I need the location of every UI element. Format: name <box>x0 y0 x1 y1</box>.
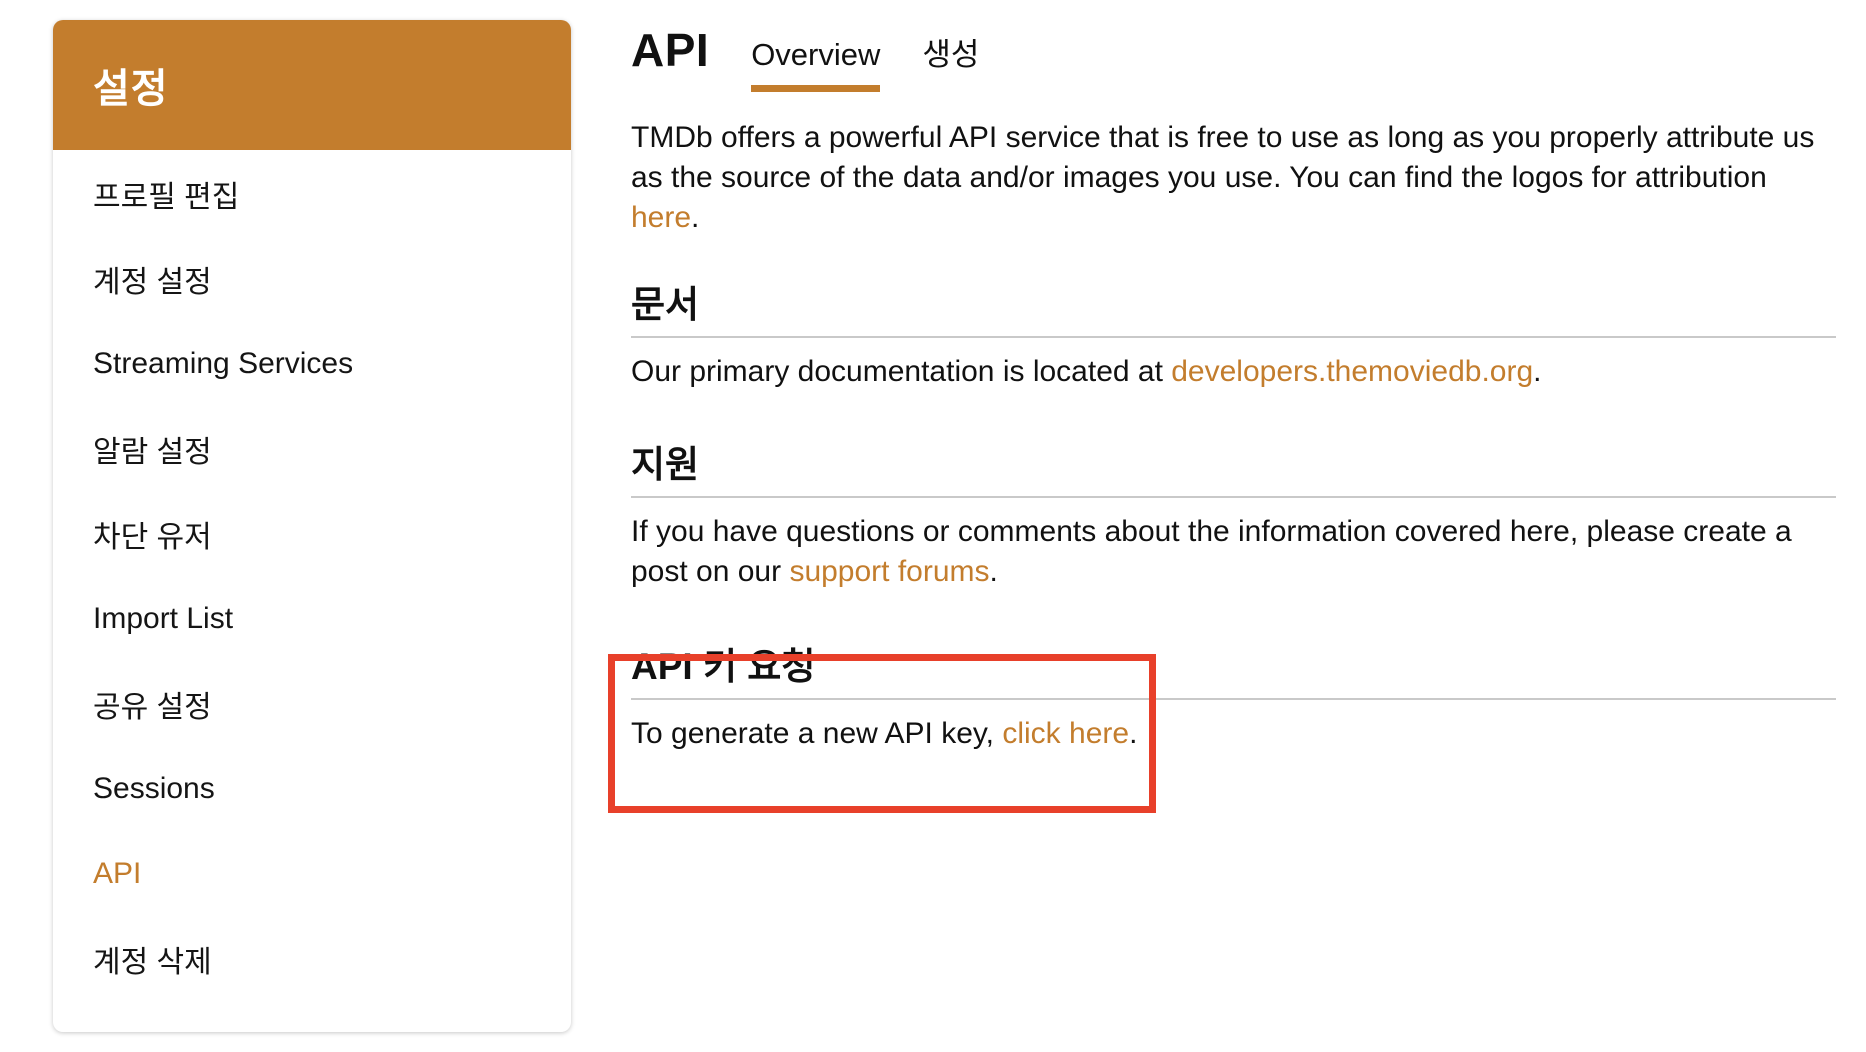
intro-text: TMDb offers a powerful API service that … <box>631 121 1815 194</box>
documentation-heading: 문서 <box>631 280 1836 338</box>
sidebar-item-sessions[interactable]: Sessions <box>53 746 571 831</box>
support-heading: 지원 <box>631 440 1836 498</box>
settings-sidebar: 설정 프로필 편집 계정 설정 Streaming Services 알람 설정… <box>53 20 571 1032</box>
sidebar-header: 설정 <box>53 20 571 150</box>
sidebar-item-edit-profile[interactable]: 프로필 편집 <box>53 151 571 236</box>
sidebar-item-delete-account[interactable]: 계정 삭제 <box>53 916 571 1001</box>
intro-suffix: . <box>691 201 700 234</box>
api-key-request-section: API 키 요청 To generate a new API key, clic… <box>631 642 1836 754</box>
sidebar-item-sharing-settings[interactable]: 공유 설정 <box>53 661 571 746</box>
api-key-request-heading: API 키 요청 <box>631 642 1836 700</box>
tab-bar: Overview 생성 <box>751 20 1021 92</box>
tab-overview[interactable]: Overview <box>751 20 881 92</box>
sidebar-item-blocked-users[interactable]: 차단 유저 <box>53 491 571 576</box>
documentation-text: Our primary documentation is located at … <box>631 352 1836 392</box>
api-key-request-text: To generate a new API key, click here. <box>631 714 1836 754</box>
page-header: API Overview 생성 <box>631 20 1836 92</box>
sidebar-item-import-list[interactable]: Import List <box>53 576 571 661</box>
support-suffix: . <box>989 555 998 588</box>
documentation-section: 문서 Our primary documentation is located … <box>631 280 1836 392</box>
support-forums-link[interactable]: support forums <box>789 555 989 588</box>
support-section: 지원 If you have questions or comments abo… <box>631 440 1836 592</box>
developer-docs-link[interactable]: developers.themoviedb.org <box>1171 355 1533 388</box>
api-key-request-suffix: . <box>1129 717 1138 750</box>
sidebar-item-api[interactable]: API <box>53 831 571 916</box>
sidebar-item-account-settings[interactable]: 계정 설정 <box>53 236 571 321</box>
documentation-suffix: . <box>1533 355 1542 388</box>
sidebar-item-streaming-services[interactable]: Streaming Services <box>53 321 571 406</box>
generate-api-key-link[interactable]: click here <box>1002 717 1129 750</box>
attribution-logos-link[interactable]: here <box>631 201 691 234</box>
sidebar-item-notification-settings[interactable]: 알람 설정 <box>53 406 571 491</box>
tab-create[interactable]: 생성 <box>922 20 979 92</box>
documentation-text-body: Our primary documentation is located at <box>631 355 1172 388</box>
api-key-request-text-body: To generate a new API key, <box>631 717 1003 750</box>
page-title: API <box>631 24 710 76</box>
sidebar-title: 설정 <box>93 67 169 111</box>
support-text: If you have questions or comments about … <box>631 512 1836 592</box>
intro-paragraph: TMDb offers a powerful API service that … <box>631 118 1836 238</box>
api-content: API Overview 생성 TMDb offers a powerful A… <box>631 20 1836 754</box>
sidebar-menu: 프로필 편집 계정 설정 Streaming Services 알람 설정 차단… <box>53 151 571 1001</box>
